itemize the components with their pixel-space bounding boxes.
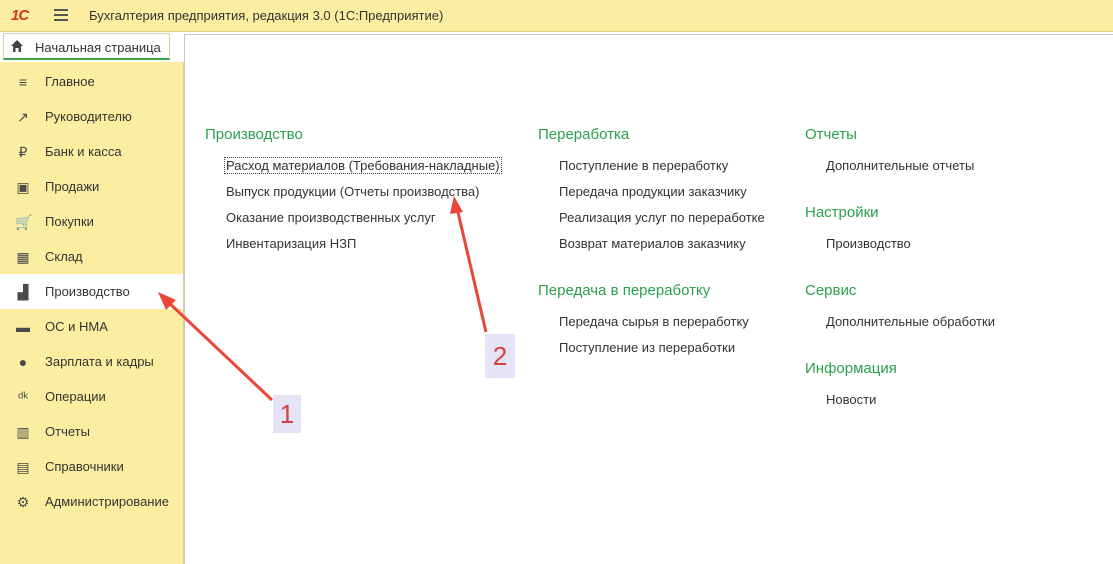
arrow-1-line [164, 298, 274, 402]
annotation-badge-1: 1 [273, 395, 301, 433]
annotation-arrows [158, 196, 488, 402]
arrow-2-line [455, 207, 488, 333]
annotation-badge-2: 2 [485, 334, 515, 378]
arrow-2-head [450, 196, 463, 214]
